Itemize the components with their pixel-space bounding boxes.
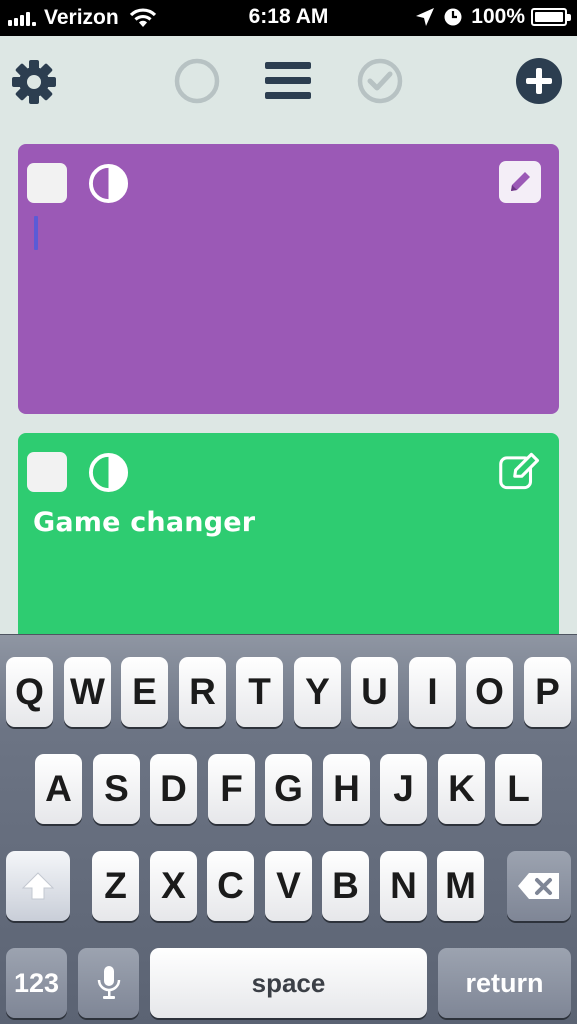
key-c[interactable]: C [207, 851, 254, 921]
key-o[interactable]: O [466, 657, 513, 727]
checkbox-icon[interactable] [27, 452, 67, 492]
backspace-icon [518, 873, 559, 899]
key-l[interactable]: L [495, 754, 542, 824]
gear-icon [12, 60, 56, 104]
todo-card[interactable] [18, 144, 559, 414]
check-circle-icon [357, 58, 403, 104]
key-d[interactable]: D [150, 754, 197, 824]
shift-key[interactable] [6, 851, 70, 921]
key-a[interactable]: A [35, 754, 82, 824]
pencil-icon[interactable] [499, 161, 541, 203]
circle-outline-icon [174, 58, 220, 104]
text-cursor [34, 216, 38, 250]
add-item-button[interactable] [514, 56, 564, 106]
key-t[interactable]: T [236, 657, 283, 727]
key-q[interactable]: Q [6, 657, 53, 727]
key-r[interactable]: R [179, 657, 226, 727]
menu-icon [265, 62, 311, 99]
key-u[interactable]: U [351, 657, 398, 727]
space-key[interactable]: space [150, 948, 427, 1018]
key-w[interactable]: W [64, 657, 111, 727]
key-x[interactable]: X [150, 851, 197, 921]
todo-card[interactable]: Game changer [18, 433, 559, 634]
key-z[interactable]: Z [92, 851, 139, 921]
key-h[interactable]: H [323, 754, 370, 824]
key-i[interactable]: I [409, 657, 456, 727]
checkbox-icon[interactable] [27, 163, 67, 203]
key-k[interactable]: K [438, 754, 485, 824]
card-title[interactable]: Game changer [33, 507, 255, 538]
battery-fill [535, 12, 563, 22]
status-right: 100% [415, 5, 571, 29]
alarm-clock-icon [444, 8, 462, 26]
dictation-key[interactable] [78, 948, 139, 1018]
shift-icon [21, 872, 55, 900]
key-j[interactable]: J [380, 754, 427, 824]
filter-complete-button[interactable] [355, 56, 405, 106]
key-e[interactable]: E [121, 657, 168, 727]
key-v[interactable]: V [265, 851, 312, 921]
edit-square-icon[interactable] [499, 450, 541, 492]
key-g[interactable]: G [265, 754, 312, 824]
battery-percent: 100% [471, 5, 525, 28]
key-m[interactable]: M [437, 851, 484, 921]
toolbar [0, 36, 577, 126]
list-menu-button[interactable] [262, 56, 314, 106]
status-bar: Verizon 6:18 AM 100% [0, 0, 577, 36]
contrast-icon[interactable] [88, 452, 129, 493]
key-y[interactable]: Y [294, 657, 341, 727]
app-content: Game changer [0, 36, 577, 634]
key-f[interactable]: F [208, 754, 255, 824]
battery-icon [531, 8, 571, 26]
backspace-key[interactable] [507, 851, 571, 921]
key-n[interactable]: N [380, 851, 427, 921]
return-key[interactable]: return [438, 948, 571, 1018]
key-s[interactable]: S [93, 754, 140, 824]
numbers-key[interactable]: 123 [6, 948, 67, 1018]
location-arrow-icon [416, 8, 435, 26]
keyboard: Q W E R T Y U I O P A S D F G H J K L Z … [0, 634, 577, 1024]
microphone-icon [97, 966, 120, 999]
key-p[interactable]: P [524, 657, 571, 727]
contrast-icon[interactable] [88, 163, 129, 204]
filter-incomplete-button[interactable] [172, 56, 222, 106]
settings-button[interactable] [8, 56, 60, 108]
plus-circle-icon [516, 58, 562, 104]
key-b[interactable]: B [322, 851, 369, 921]
